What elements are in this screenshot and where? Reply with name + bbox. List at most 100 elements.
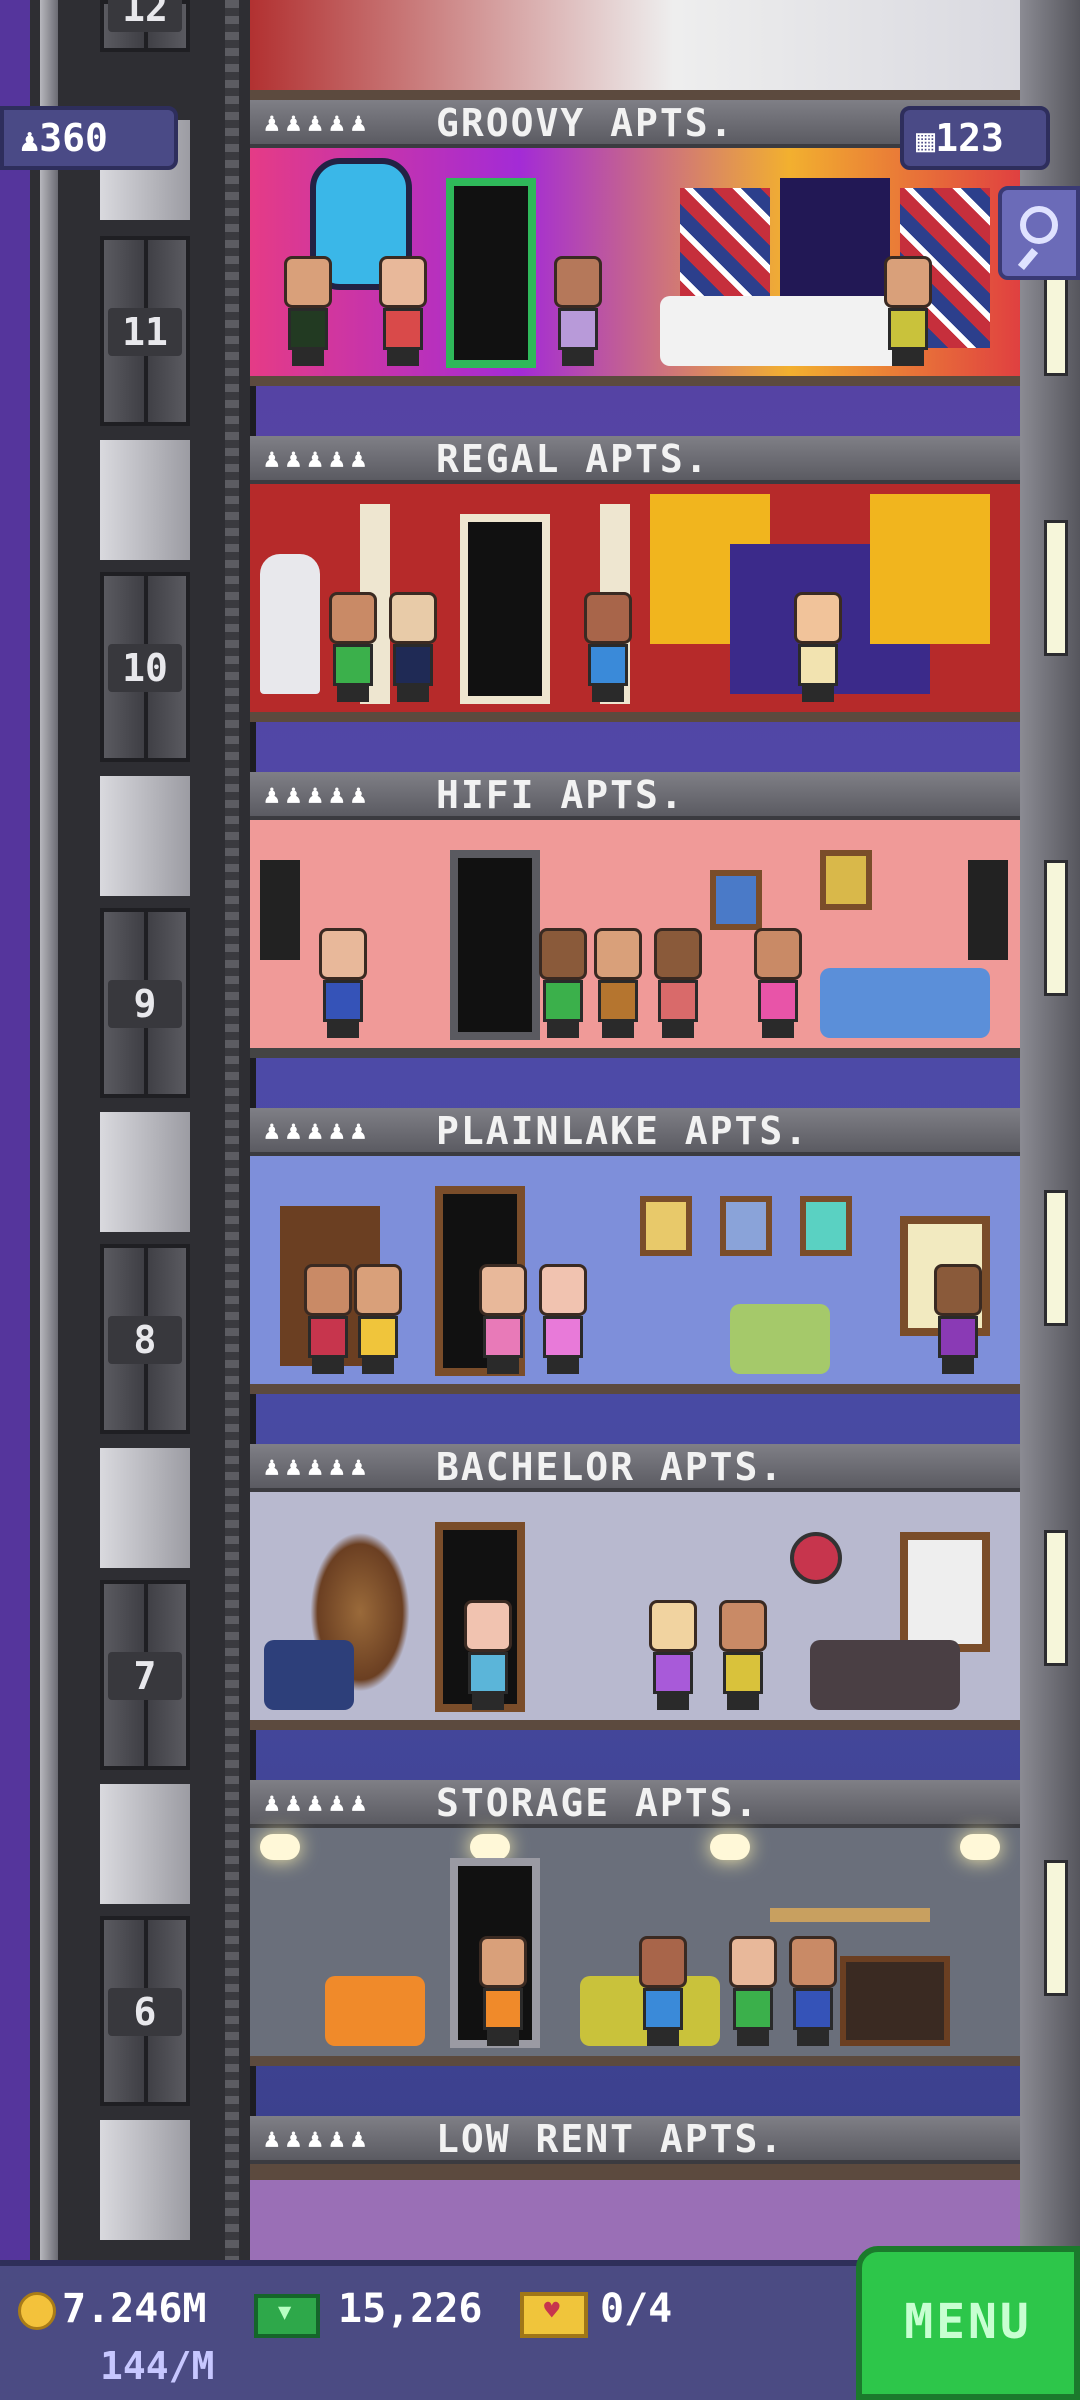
room-view <box>250 484 1020 714</box>
floor-base <box>250 712 1020 722</box>
resident[interactable] <box>590 928 646 1038</box>
room-view <box>250 1828 1020 2058</box>
window <box>900 1532 990 1652</box>
resident-slots: ♟♟♟♟♟ <box>264 444 373 474</box>
floor-6[interactable]: ♟♟♟♟♟ STORAGE APTS. <box>250 1780 1020 2066</box>
leather-sofa <box>810 1640 960 1710</box>
person-icon: ♟ <box>20 121 40 159</box>
white-sofa <box>660 296 910 366</box>
wall-picture <box>710 870 762 930</box>
floor-10[interactable]: ♟♟♟♟♟ REGAL APTS. <box>250 436 1020 722</box>
resident[interactable] <box>375 256 431 366</box>
floor-9[interactable]: ♟♟♟♟♟ HIFI APTS. <box>250 772 1020 1058</box>
floor-base <box>250 1720 1020 1730</box>
wall-picture <box>640 1196 692 1256</box>
resident[interactable] <box>790 592 846 702</box>
elevator-gap <box>100 1784 190 1904</box>
ceiling-light <box>960 1834 1000 1860</box>
apartment-door[interactable] <box>450 850 540 1040</box>
wall-window <box>1044 1860 1068 1996</box>
floor-label: ♟♟♟♟♟ LOW RENT APTS. <box>250 2116 1020 2164</box>
resident[interactable] <box>750 928 806 1038</box>
resident[interactable] <box>725 1936 781 2046</box>
resident[interactable] <box>785 1936 841 2046</box>
resident[interactable] <box>880 256 936 366</box>
population-counter[interactable]: ♟360 <box>0 106 178 170</box>
resident[interactable] <box>930 1264 986 1374</box>
floor-base <box>250 376 1020 386</box>
resident[interactable] <box>535 1264 591 1374</box>
wall-window <box>1044 520 1068 656</box>
floor-number: 8 <box>108 1316 182 1364</box>
resident[interactable] <box>385 592 441 702</box>
wall-picture <box>820 850 872 910</box>
building-icon: ▦ <box>916 121 936 159</box>
resident[interactable] <box>580 592 636 702</box>
floor-label: ♟♟♟♟♟ STORAGE APTS. <box>250 1780 1020 1828</box>
menu-button[interactable]: MENU <box>856 2246 1080 2400</box>
dartboard <box>790 1532 842 1584</box>
wall-window <box>1044 860 1068 996</box>
resident[interactable] <box>475 1264 531 1374</box>
floor-5[interactable]: ♟♟♟♟♟ LOW RENT APTS. <box>250 2116 1020 2260</box>
gold-curtain <box>870 494 990 644</box>
resident[interactable] <box>315 928 371 1038</box>
tower-bux-icon[interactable] <box>254 2294 320 2338</box>
resident[interactable] <box>650 928 706 1038</box>
floor-number: 10 <box>108 644 182 692</box>
orange-armchair <box>325 1976 425 2046</box>
floor-name: HIFI APTS. <box>436 773 685 817</box>
apartment-door[interactable] <box>460 514 550 704</box>
resident[interactable] <box>550 256 606 366</box>
floor-label: ♟♟♟♟♟ BACHELOR APTS. <box>250 1444 1020 1492</box>
blue-sofa <box>820 968 990 1038</box>
elevator-gap <box>100 1112 190 1232</box>
bottom-status-bar: 7.246M 144/M 15,226 0/4 MENU <box>0 2246 1080 2400</box>
search-button[interactable] <box>998 186 1080 280</box>
resident[interactable] <box>645 1600 701 1710</box>
magnifier-icon <box>1020 206 1058 244</box>
elevator-rail <box>40 0 58 2260</box>
floor-base <box>250 2056 1020 2066</box>
wall-picture <box>800 1196 852 1256</box>
magnifier-handle <box>1017 248 1039 270</box>
resident[interactable] <box>280 256 336 366</box>
resident[interactable] <box>635 1936 691 2046</box>
chest-count: 0/4 <box>600 2286 673 2332</box>
floor-number: 12 <box>108 0 182 32</box>
room-view <box>250 1156 1020 1386</box>
resident[interactable] <box>460 1600 516 1710</box>
floor-8[interactable]: ♟♟♟♟♟ PLAINLAKE APTS. <box>250 1108 1020 1394</box>
resident[interactable] <box>715 1600 771 1710</box>
room-view <box>250 1492 1020 1722</box>
floor-7[interactable]: ♟♟♟♟♟ BACHELOR APTS. <box>250 1444 1020 1730</box>
resident-slots: ♟♟♟♟♟ <box>264 780 373 810</box>
resident[interactable] <box>300 1264 356 1374</box>
floor-base <box>250 1384 1020 1394</box>
elevator-cable <box>225 0 239 2260</box>
floor-name: REGAL APTS. <box>436 437 710 481</box>
elevator-gap <box>100 440 190 560</box>
floor-name: LOW RENT APTS. <box>436 2117 785 2161</box>
coin-rate: 144/M <box>100 2344 215 2388</box>
resident[interactable] <box>350 1264 406 1374</box>
floor-label: ♟♟♟♟♟ PLAINLAKE APTS. <box>250 1108 1020 1156</box>
resident[interactable] <box>475 1936 531 2046</box>
floor-number: 9 <box>108 980 182 1028</box>
apartment-door[interactable] <box>446 178 536 368</box>
resident[interactable] <box>535 928 591 1038</box>
ceiling-light <box>260 1834 300 1860</box>
armchair <box>264 1640 354 1710</box>
room-view <box>250 0 1020 92</box>
resident[interactable] <box>325 592 381 702</box>
city-skyline <box>0 0 30 2260</box>
floor-counter[interactable]: ▦123 <box>900 106 1050 170</box>
floor-12-partial[interactable] <box>250 0 1020 100</box>
armchair <box>730 1304 830 1374</box>
wall-picture <box>720 1196 772 1256</box>
treasure-chest-icon[interactable] <box>520 2292 588 2338</box>
ceiling-light <box>710 1834 750 1860</box>
resident-slots: ♟♟♟♟♟ <box>264 1116 373 1146</box>
floor-base <box>250 90 1020 100</box>
floor-label: ♟♟♟♟♟ REGAL APTS. <box>250 436 1020 484</box>
